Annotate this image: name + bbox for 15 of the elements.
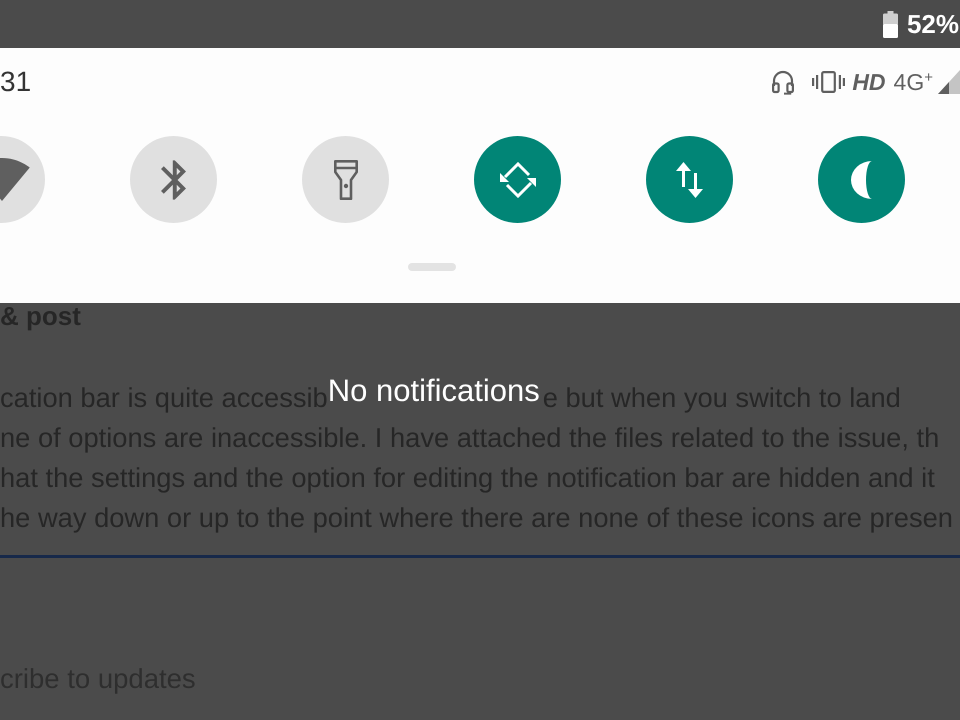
clock-time: 31 [0,66,32,98]
rotate-icon [498,160,538,200]
battery-icon [882,10,898,38]
up-down-arrows-icon [676,162,703,198]
empty-notifications-message: No notifications [328,375,540,407]
hd-voice-indicator: HD [852,69,886,95]
headphones-icon [771,69,796,95]
network-type-label: 4G$^{+}$ [894,69,933,95]
signal-icon [938,70,960,94]
bluetooth-icon [161,160,186,200]
battery-percentage: 52% [906,9,959,39]
vibrate-icon [812,71,846,93]
flashlight-icon [334,160,358,200]
moon-icon [850,160,874,200]
drag-handle[interactable] [408,263,456,271]
